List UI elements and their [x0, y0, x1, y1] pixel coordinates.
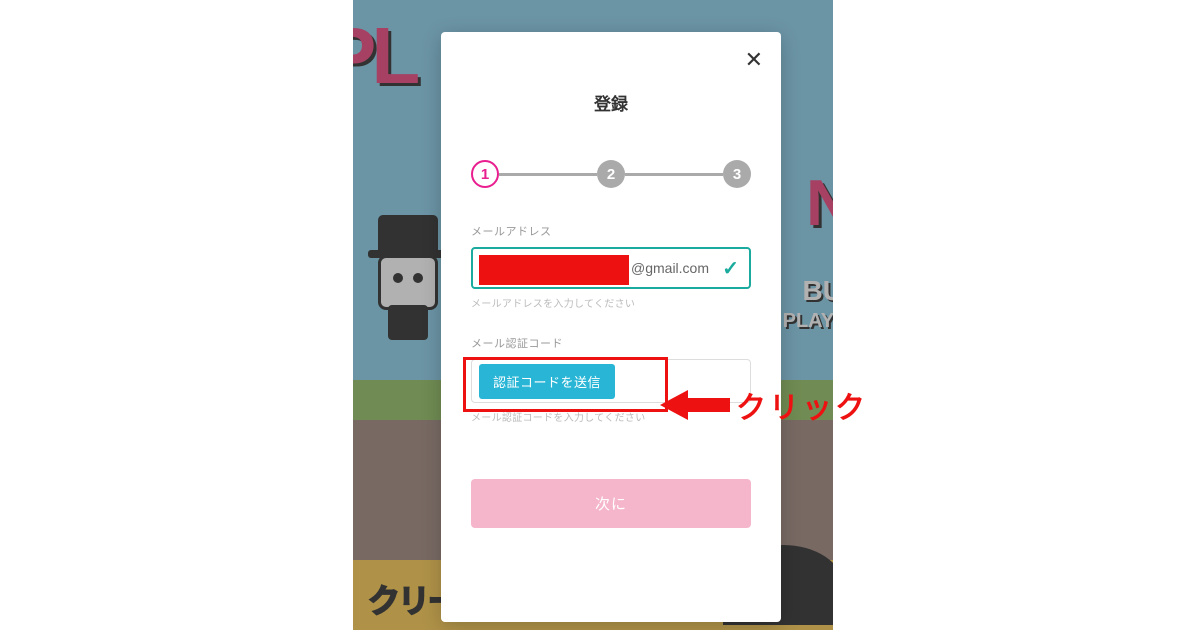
- arrow-line: [688, 398, 730, 412]
- email-helper: メールアドレスを入力してください: [471, 295, 751, 310]
- email-label: メールアドレス: [471, 223, 751, 239]
- send-code-button[interactable]: 認証コードを送信: [479, 364, 615, 399]
- redacted-email-part: [479, 255, 629, 285]
- step-line: [499, 173, 597, 176]
- checkmark-icon: ✓: [722, 256, 739, 281]
- email-input[interactable]: @gmail.com ✓: [471, 247, 751, 289]
- arrow-icon: [660, 390, 688, 420]
- step-1: 1: [471, 160, 499, 188]
- code-label: メール認証コード: [471, 335, 751, 351]
- step-3: 3: [723, 160, 751, 188]
- modal-title: 登録: [471, 90, 751, 115]
- close-button[interactable]: ✕: [745, 47, 763, 73]
- email-domain: @gmail.com: [631, 260, 709, 276]
- progress-stepper: 1 2 3: [471, 160, 751, 188]
- close-icon: ✕: [745, 47, 763, 72]
- next-button[interactable]: 次に: [471, 479, 751, 528]
- step-2: 2: [597, 160, 625, 188]
- click-label: クリック: [736, 383, 868, 427]
- step-line: [625, 173, 723, 176]
- registration-modal: ✕ 登録 1 2 3 メールアドレス @gmail.com ✓ メールアドレスを…: [441, 32, 781, 622]
- annotation-arrow-label: クリック: [660, 383, 868, 427]
